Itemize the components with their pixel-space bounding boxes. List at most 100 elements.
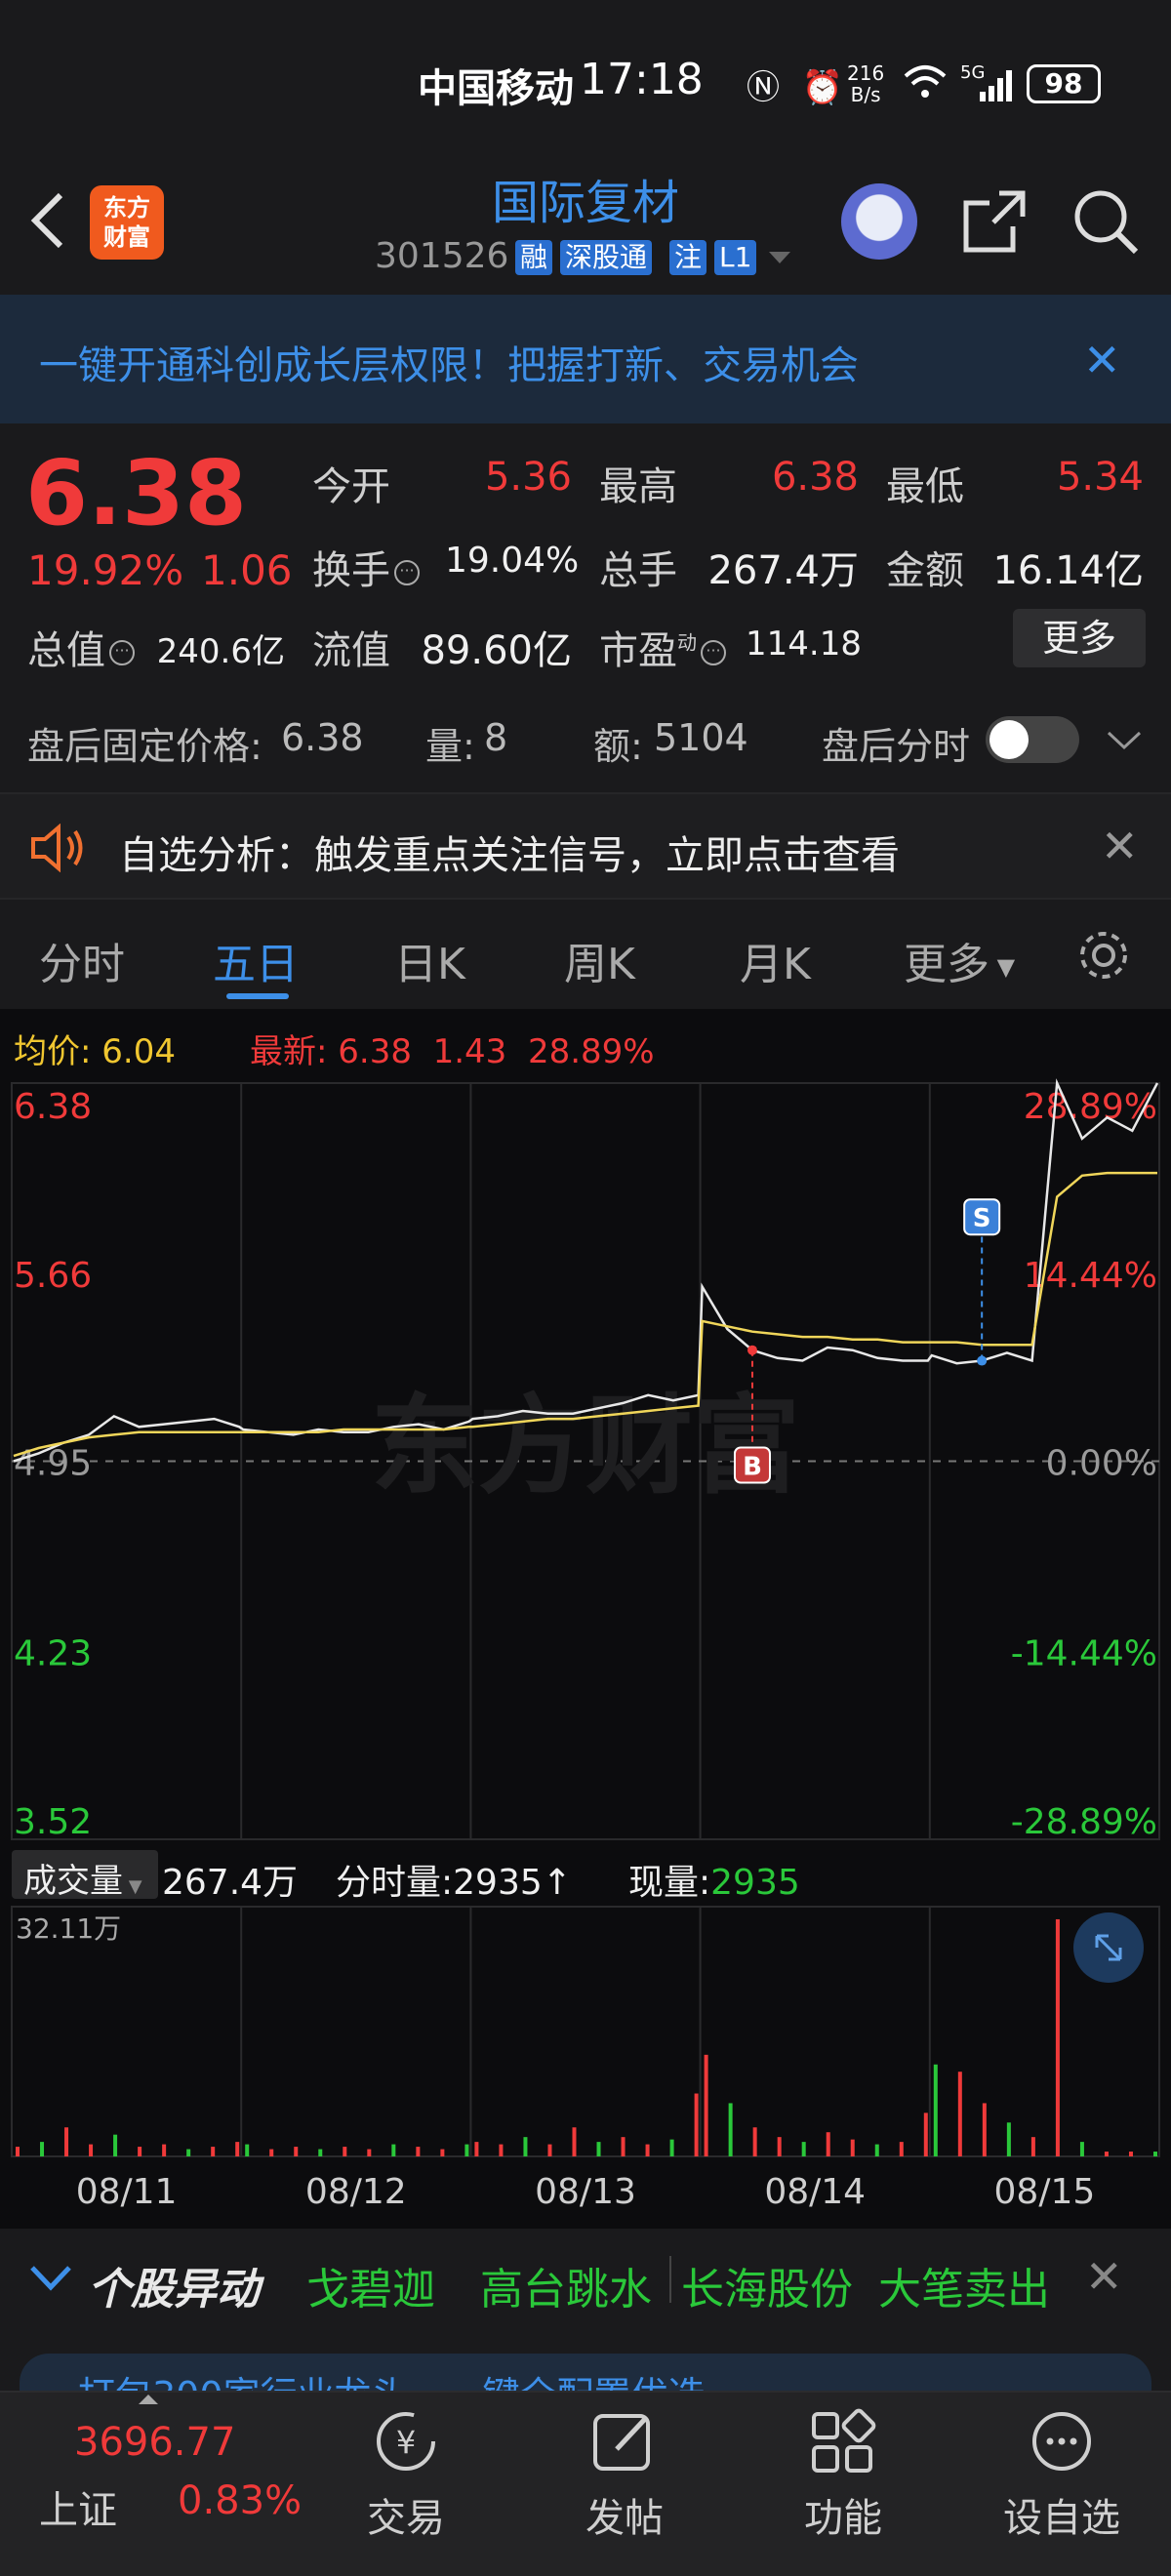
nav-add-watchlist[interactable]: 设自选 (964, 2486, 1159, 2543)
float-label: 流值 (312, 628, 390, 673)
pe-value: 114.18 (746, 624, 862, 664)
functions-icon[interactable] (804, 2402, 882, 2480)
volume-bar (874, 2144, 879, 2156)
volume-bar (1055, 1918, 1060, 2156)
alert-item[interactable]: 戈碧迦 (306, 2254, 435, 2316)
close-icon[interactable]: ✕ (1101, 820, 1139, 872)
volume-bar (645, 2144, 650, 2156)
more-button[interactable]: 更多 (1013, 609, 1146, 667)
volume-bar (777, 2137, 782, 2156)
volume-bar (367, 2149, 372, 2156)
y-tick-right: -28.89% (1011, 1802, 1157, 1842)
speaker-icon (31, 824, 83, 872)
expand-icon[interactable] (139, 2395, 158, 2404)
y-tick-right: -14.44% (1011, 1634, 1157, 1674)
x-tick-label: 08/11 (76, 2172, 178, 2212)
stock-code: 301526 (375, 236, 509, 276)
post-icon[interactable] (586, 2402, 664, 2480)
low-label: 最低 (886, 464, 964, 509)
y-tick-left: 4.95 (14, 1444, 92, 1484)
volume-bar (235, 2142, 240, 2156)
settings-icon[interactable] (1075, 927, 1132, 984)
tab-intraday[interactable]: 分时 (39, 929, 125, 991)
volume-bar (440, 2149, 445, 2156)
close-icon[interactable]: ✕ (1085, 2250, 1123, 2303)
current-volume: 现量:2935 (628, 1863, 800, 1903)
x-tick-label: 08/13 (535, 2172, 636, 2212)
x-tick-label: 08/15 (994, 2172, 1096, 2212)
promo-banner[interactable]: 一键开通科创成长层权限！把握打新、交易机会 ✕ (0, 295, 1171, 423)
volume-bar (186, 2149, 191, 2156)
chevron-down-icon[interactable] (1107, 730, 1142, 751)
volume-bar (752, 2127, 757, 2156)
sell-marker-label: S (973, 1204, 991, 1233)
x-tick-label: 08/12 (305, 2172, 407, 2212)
volume-bar (694, 2093, 699, 2156)
nav-post[interactable]: 发帖 (527, 2486, 722, 2543)
carrier-label: 中国移动 (418, 66, 574, 111)
assistant-avatar[interactable] (841, 183, 917, 260)
after-hours-price: 6.38 (281, 716, 364, 759)
after-hours-amt-label: 额: (593, 725, 643, 768)
divider (669, 2256, 671, 2303)
volume-bar (850, 2139, 855, 2156)
volume-bar (269, 2149, 274, 2156)
volume-bar (704, 2054, 708, 2156)
volume-bar (1128, 2152, 1133, 2156)
alert-item[interactable]: 大笔卖出 (878, 2254, 1050, 2316)
search-icon[interactable] (1071, 187, 1140, 256)
volume-chart[interactable]: 32.11万 08/11 08/12 08/13 08/14 08/15 (0, 1903, 1171, 2229)
buy-marker-label: B (743, 1453, 762, 1482)
trade-icon[interactable]: ¥ (367, 2402, 445, 2480)
tag-shenzhen-connect: 深股通 (560, 240, 653, 275)
volume-bar (801, 2142, 806, 2156)
volume-bar (596, 2142, 601, 2156)
after-hours-timeshare-label: 盘后分时 (822, 725, 971, 768)
alert-item[interactable]: 高台跳水 (480, 2254, 652, 2316)
marker-dot (977, 1355, 988, 1366)
price-chart[interactable]: 6.385.664.954.233.5228.89%14.44%0.00%-14… (0, 1073, 1171, 1844)
tag-level1: L1 (714, 240, 757, 275)
alerts-title: 个股异动 (88, 2265, 260, 2314)
volume-bar (572, 2127, 577, 2156)
index-change[interactable]: 0.83% (178, 2478, 302, 2523)
y-tick-left: 4.23 (14, 1634, 92, 1674)
tab-weekly[interactable]: 周K (564, 929, 635, 991)
volume-bar (899, 2142, 904, 2156)
nav-trade[interactable]: 交易 (308, 2486, 504, 2543)
analysis-strip[interactable]: 自选分析：触发重点关注信号，立即点击查看 ✕ (0, 792, 1171, 900)
index-name[interactable]: 上证 (39, 2478, 117, 2535)
after-hours-toggle[interactable] (986, 716, 1079, 763)
volume-selector-label[interactable]: 成交量 ▼ (23, 1854, 142, 1902)
pe-label: 市盈动 ··· (599, 619, 726, 675)
tab-daily[interactable]: 日K (394, 929, 465, 991)
analysis-text[interactable]: 自选分析：触发重点关注信号，立即点击查看 (119, 824, 900, 880)
float-value: 89.60亿 (421, 628, 572, 673)
tick-volume: 分时量:2935↑ (336, 1863, 572, 1903)
volume-bar (1006, 2122, 1011, 2156)
wifi-icon (904, 65, 947, 98)
promo-text[interactable]: 一键开通科创成长层权限！把握打新、交易机会 (39, 334, 859, 390)
after-hours-vol: 8 (484, 716, 508, 759)
share-icon[interactable] (960, 187, 1029, 256)
tab-more[interactable]: 更多 ▼ (904, 929, 1015, 991)
tab-five-day[interactable]: 五日 (213, 929, 299, 991)
volume-bar (1079, 2142, 1084, 2156)
chevron-down-icon[interactable] (29, 2264, 72, 2293)
nav-functions[interactable]: 功能 (746, 2486, 941, 2543)
y-tick-left: 5.66 (14, 1256, 92, 1296)
amount-label: 金额 (886, 548, 964, 593)
after-hours-price-label: 盘后固定价格: (27, 725, 262, 768)
open-value: 5.36 (484, 455, 572, 500)
tab-monthly[interactable]: 月K (740, 929, 811, 991)
more-dots-icon[interactable] (1023, 2402, 1101, 2480)
close-icon[interactable]: ✕ (1083, 334, 1121, 386)
low-value: 5.34 (1056, 455, 1144, 500)
battery-icon: 98 (1027, 64, 1101, 103)
dropdown-icon[interactable] (767, 250, 792, 265)
tag-registered: 注 (669, 240, 707, 275)
index-value[interactable]: 3696.77 (74, 2420, 235, 2465)
x-tick-label: 08/14 (764, 2172, 866, 2212)
alert-item[interactable]: 长海股份 (681, 2254, 853, 2316)
last-price: 6.38 (25, 441, 247, 545)
